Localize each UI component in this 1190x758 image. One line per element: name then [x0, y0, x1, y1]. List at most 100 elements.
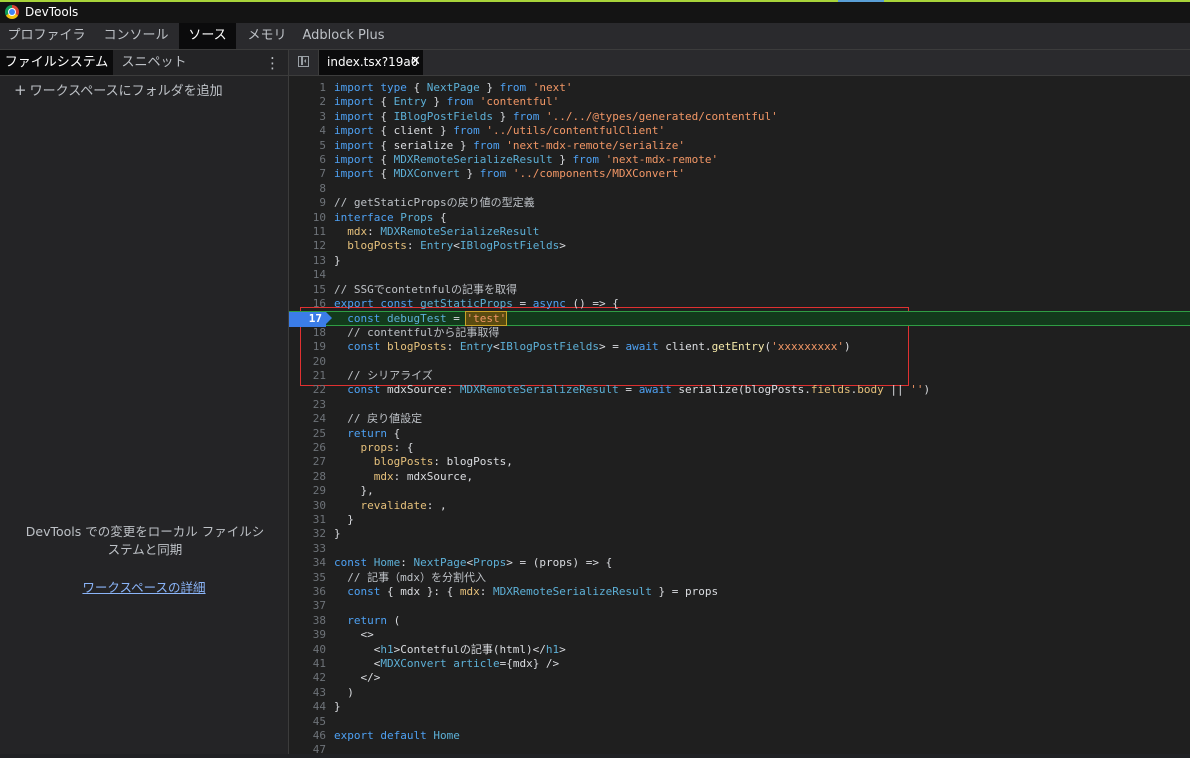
code-line[interactable]: 9 // getStaticPropsの戻り値の型定義	[289, 196, 1190, 210]
line-number[interactable]: 27	[289, 455, 326, 469]
code-line[interactable]: 24 // 戻り値設定	[289, 412, 1190, 426]
code-area[interactable]: 1 import type { NextPage } from 'next' 2 im…	[289, 76, 1190, 757]
line-number[interactable]: 29	[289, 484, 326, 498]
line-number[interactable]: 33	[289, 542, 326, 556]
code-line-paused[interactable]: 17 const debugTest = 'test'	[289, 311, 1190, 327]
tab-sources[interactable]: ソース	[179, 23, 236, 49]
code-line[interactable]: 43 )	[289, 686, 1190, 700]
code-line[interactable]: 18 // contentfulから記事取得	[289, 326, 1190, 340]
code-line[interactable]: 20	[289, 355, 1190, 369]
code-line[interactable]: 12 blogPosts: Entry<IBlogPostFields>	[289, 239, 1190, 253]
line-number[interactable]: 34	[289, 556, 326, 570]
code-line[interactable]: 29 },	[289, 484, 1190, 498]
code-line[interactable]: 1 import type { NextPage } from 'next'	[289, 81, 1190, 95]
code-line[interactable]: 5 import { serialize } from 'next-mdx-rem…	[289, 139, 1190, 153]
code-line[interactable]: 25 return {	[289, 427, 1190, 441]
code-line[interactable]: 28 mdx: mdxSource,	[289, 470, 1190, 484]
line-number[interactable]: 6	[289, 153, 326, 167]
code-line[interactable]: 30 revalidate: ,	[289, 499, 1190, 513]
code-line[interactable]: 35 // 記事（mdx）を分割代入	[289, 571, 1190, 585]
code-line[interactable]: 6 import { MDXRemoteSerializeResult } fro…	[289, 153, 1190, 167]
code-line[interactable]: 2 import { Entry } from 'contentful'	[289, 95, 1190, 109]
line-number[interactable]: 24	[289, 412, 326, 426]
file-tab[interactable]: index.tsx?19a0 ✕	[319, 50, 423, 75]
line-number[interactable]: 42	[289, 671, 326, 685]
line-number[interactable]: 3	[289, 110, 326, 124]
line-number[interactable]: 15	[289, 283, 326, 297]
tab-profiler[interactable]: プロファイラ	[0, 23, 93, 49]
line-number[interactable]: 37	[289, 599, 326, 613]
line-number[interactable]: 18	[289, 326, 326, 340]
tab-console[interactable]: コンソール	[93, 23, 179, 49]
line-number[interactable]: 1	[289, 81, 326, 95]
code-line[interactable]: 45	[289, 715, 1190, 729]
line-number[interactable]: 26	[289, 441, 326, 455]
code-line[interactable]: 16 export const getStaticProps = async ()…	[289, 297, 1190, 311]
line-number[interactable]: 7	[289, 167, 326, 181]
code-line[interactable]: 34 const Home: NextPage<Props> = (props) …	[289, 556, 1190, 570]
code-line[interactable]: 39 <>	[289, 628, 1190, 642]
line-number[interactable]: 32	[289, 527, 326, 541]
code-line[interactable]: 23	[289, 398, 1190, 412]
code-line[interactable]: 13}	[289, 254, 1190, 268]
tab-snippets[interactable]: スニペット	[113, 50, 195, 75]
more-options-icon[interactable]: ⋮	[265, 54, 280, 72]
workspace-details-link[interactable]: ワークスペースの詳細	[0, 577, 288, 596]
code-line[interactable]: 3 import { IBlogPostFields } from '../../…	[289, 110, 1190, 124]
code-line[interactable]: 7 import { MDXConvert } from '../componen…	[289, 167, 1190, 181]
line-number[interactable]: 43	[289, 686, 326, 700]
code-line[interactable]: 4 import { client } from '../utils/conten…	[289, 124, 1190, 138]
code-line[interactable]: 41 <MDXConvert article={mdx} />	[289, 657, 1190, 671]
line-number[interactable]: 4	[289, 124, 326, 138]
code-line[interactable]: 37	[289, 599, 1190, 613]
line-number[interactable]: 11	[289, 225, 326, 239]
code-line[interactable]: 36 const { mdx }: { mdx: MDXRemoteSerial…	[289, 585, 1190, 599]
code-line[interactable]: 21 // シリアライズ	[289, 369, 1190, 383]
line-number[interactable]: 2	[289, 95, 326, 109]
line-number[interactable]: 46	[289, 729, 326, 743]
code-line[interactable]: 46 export default Home	[289, 729, 1190, 743]
line-number[interactable]: 44	[289, 700, 326, 714]
line-number[interactable]: 13	[289, 254, 326, 268]
line-number[interactable]: 9	[289, 196, 326, 210]
line-number[interactable]: 21	[289, 369, 326, 383]
line-number[interactable]: 8	[289, 182, 326, 196]
line-number[interactable]: 45	[289, 715, 326, 729]
line-number[interactable]: 28	[289, 470, 326, 484]
tab-filesystem[interactable]: ファイルシステム	[0, 50, 113, 75]
line-number[interactable]: 40	[289, 643, 326, 657]
line-number[interactable]: 25	[289, 427, 326, 441]
code-line[interactable]: 15 // SSGでcontetnfulの記事を取得	[289, 283, 1190, 297]
code-line[interactable]: 14	[289, 268, 1190, 282]
line-number[interactable]: 20	[289, 355, 326, 369]
code-line[interactable]: 8	[289, 182, 1190, 196]
line-number[interactable]: 14	[289, 268, 326, 282]
code-line[interactable]: 38 return (	[289, 614, 1190, 628]
code-line[interactable]: 31 }	[289, 513, 1190, 527]
code-line[interactable]: 22 const mdxSource: MDXRemoteSerializeRe…	[289, 383, 1190, 397]
code-line[interactable]: 27 blogPosts: blogPosts,	[289, 455, 1190, 469]
line-number[interactable]: 41	[289, 657, 326, 671]
line-number[interactable]: 5	[289, 139, 326, 153]
code-line[interactable]: 47	[289, 743, 1190, 757]
line-number[interactable]: 39	[289, 628, 326, 642]
code-line[interactable]: 40 <h1>Contetfulの記事(html)</h1>	[289, 643, 1190, 657]
code-line[interactable]: 26 props: {	[289, 441, 1190, 455]
line-number[interactable]: 12	[289, 239, 326, 253]
line-number[interactable]: 22	[289, 383, 326, 397]
line-number[interactable]: 17	[289, 312, 332, 327]
code-line[interactable]: 10 interface Props {	[289, 211, 1190, 225]
code-line[interactable]: 19 const blogPosts: Entry<IBlogPostField…	[289, 340, 1190, 354]
line-number[interactable]: 31	[289, 513, 326, 527]
line-number[interactable]: 16	[289, 297, 326, 311]
tab-memory[interactable]: メモリ	[236, 23, 298, 49]
line-number[interactable]: 23	[289, 398, 326, 412]
code-line[interactable]: 11 mdx: MDXRemoteSerializeResult	[289, 225, 1190, 239]
line-number[interactable]: 36	[289, 585, 326, 599]
toggle-navigator-icon[interactable]	[298, 56, 309, 67]
line-number[interactable]: 38	[289, 614, 326, 628]
code-line[interactable]: 44}	[289, 700, 1190, 714]
line-number[interactable]: 30	[289, 499, 326, 513]
line-number[interactable]: 10	[289, 211, 326, 225]
code-line[interactable]: 42 </>	[289, 671, 1190, 685]
